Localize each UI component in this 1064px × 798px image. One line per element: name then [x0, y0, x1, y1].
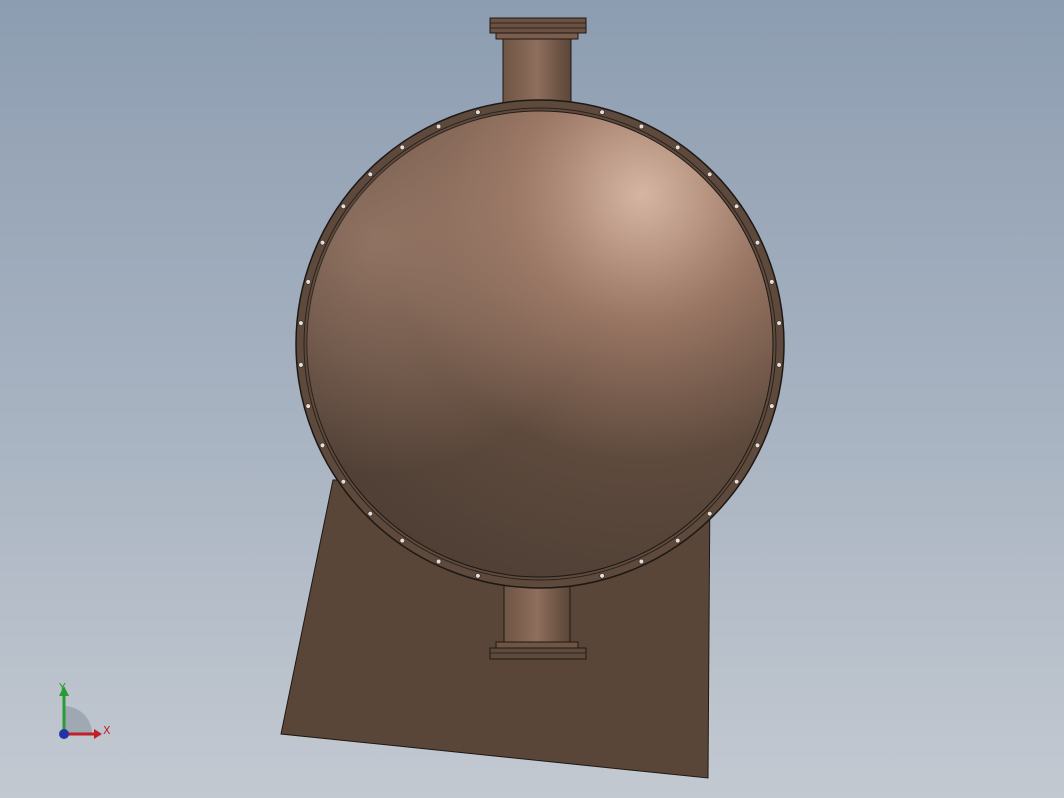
bolt-hole	[638, 123, 645, 130]
bolt-hole	[754, 239, 761, 246]
bolt-hole	[305, 403, 311, 409]
bolt-hole	[367, 511, 373, 517]
bolt-hole	[769, 279, 775, 285]
bolt-hole	[399, 537, 405, 544]
bolt-hole	[754, 442, 761, 449]
bolt-hole	[475, 109, 481, 115]
bolt-hole	[776, 320, 782, 326]
bolt-hole	[319, 239, 326, 246]
bolt-hole	[319, 442, 326, 449]
y-axis-label: Y	[58, 681, 66, 694]
3d-model-viewport[interactable]	[0, 0, 1064, 798]
bolt-hole	[435, 123, 442, 130]
head-highlight	[307, 111, 773, 577]
bolt-hole	[298, 320, 304, 326]
bolt-hole	[733, 479, 740, 485]
bolt-hole	[475, 573, 481, 579]
bolt-hole	[599, 109, 605, 115]
bolt-hole	[298, 362, 304, 368]
bolt-hole	[340, 479, 347, 485]
axis-triad: Y X	[58, 681, 111, 739]
bolt-hole	[706, 511, 713, 517]
bolt-hole	[305, 279, 311, 285]
bolt-hole	[776, 362, 782, 368]
bolt-hole	[674, 144, 681, 151]
bolt-hole	[340, 203, 347, 210]
bolt-hole	[769, 403, 775, 409]
bolt-hole	[706, 171, 713, 178]
bolt-hole	[599, 573, 605, 579]
triad-plane-icon	[64, 706, 92, 734]
bolt-hole	[638, 558, 645, 565]
x-axis-label: X	[103, 724, 111, 737]
x-axis-arrow-icon	[94, 729, 102, 739]
bolt-hole	[399, 144, 405, 151]
bolt-hole	[733, 203, 740, 210]
z-axis-icon	[59, 729, 69, 739]
bolt-hole	[367, 171, 373, 178]
bolt-hole	[674, 537, 681, 544]
bolt-hole	[435, 558, 442, 565]
